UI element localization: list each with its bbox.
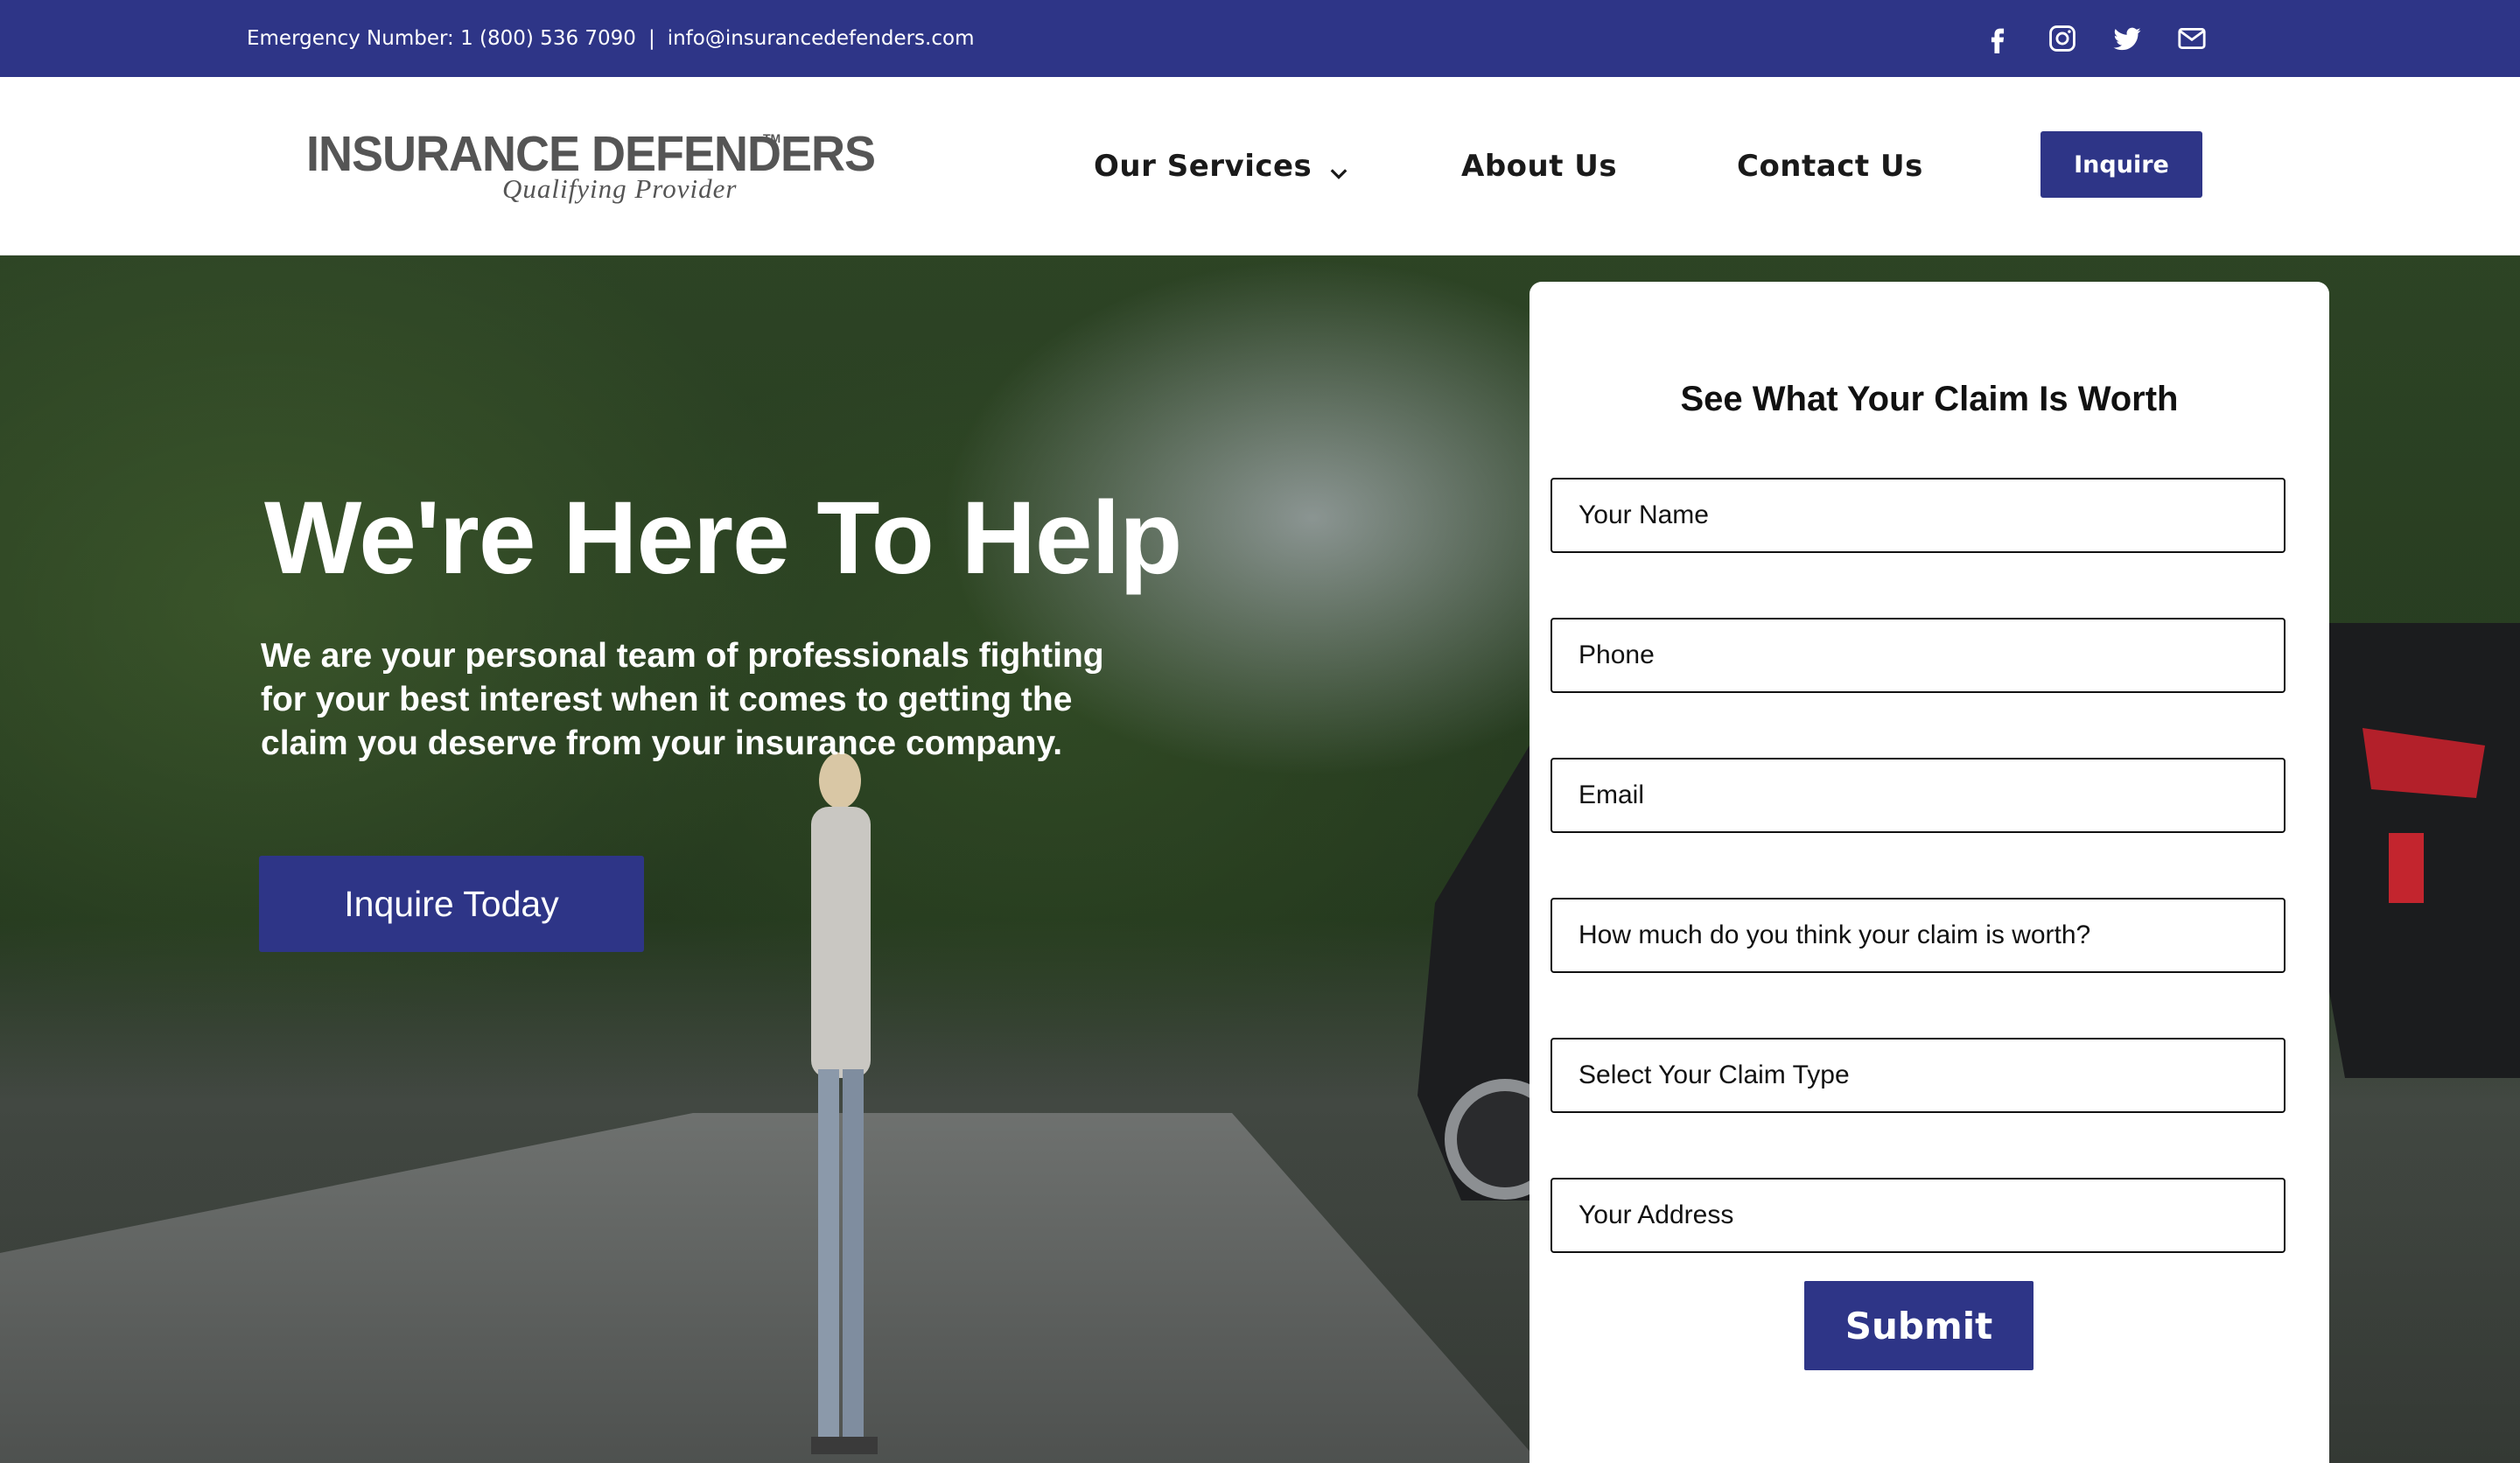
email-link[interactable]: info@insurancedefenders.com xyxy=(668,27,975,50)
instagram-icon[interactable] xyxy=(2048,24,2077,53)
hero-description: We are your personal team of professiona… xyxy=(261,637,1104,762)
facebook-icon[interactable] xyxy=(1983,24,2012,53)
logo[interactable]: INSURANCE DEFENDERS TM Qualifying Provid… xyxy=(306,129,876,205)
hero-background-person xyxy=(811,752,878,1454)
nav-our-services[interactable]: Our Services xyxy=(1094,77,1348,256)
nav-contact-us[interactable]: Contact Us xyxy=(1737,77,1923,256)
top-bar: Emergency Number: 1 (800) 536 7090 | inf… xyxy=(0,0,2520,77)
nav-about-us[interactable]: About Us xyxy=(1461,77,1617,256)
topbar-contact: Emergency Number: 1 (800) 536 7090 | inf… xyxy=(247,0,974,77)
emergency-number[interactable]: Emergency Number: 1 (800) 536 7090 xyxy=(247,27,636,50)
email-field[interactable] xyxy=(1550,758,2286,833)
site-header: INSURANCE DEFENDERS TM Qualifying Provid… xyxy=(0,77,2520,256)
name-field[interactable] xyxy=(1550,478,2286,553)
submit-button[interactable]: Submit xyxy=(1804,1281,2034,1370)
nav-our-services-label: Our Services xyxy=(1094,149,1312,184)
logo-trademark: TM xyxy=(763,131,781,145)
hero-background-car-rear xyxy=(2310,623,2520,1078)
form-title: See What Your Claim Is Worth xyxy=(1680,380,2179,418)
inquire-today-button[interactable]: Inquire Today xyxy=(259,856,644,952)
social-links xyxy=(1983,0,2207,77)
claim-type-select[interactable] xyxy=(1550,1038,2286,1113)
hero-background-road xyxy=(0,1113,1540,1463)
mail-icon[interactable] xyxy=(2177,24,2207,53)
inquire-button[interactable]: Inquire xyxy=(2040,131,2202,198)
phone-field[interactable] xyxy=(1550,618,2286,693)
chevron-down-icon xyxy=(1329,157,1348,179)
claim-form-panel: See What Your Claim Is Worth Submit xyxy=(1530,282,2329,1463)
logo-wordmark: INSURANCE DEFENDERS xyxy=(306,126,876,182)
address-field[interactable] xyxy=(1550,1178,2286,1253)
logo-tagline: Qualifying Provider xyxy=(502,173,738,204)
claim-worth-field[interactable] xyxy=(1550,898,2286,973)
separator: | xyxy=(648,27,655,50)
hero-title: We're Here To Help xyxy=(264,480,1182,596)
twitter-icon[interactable] xyxy=(2112,24,2142,53)
